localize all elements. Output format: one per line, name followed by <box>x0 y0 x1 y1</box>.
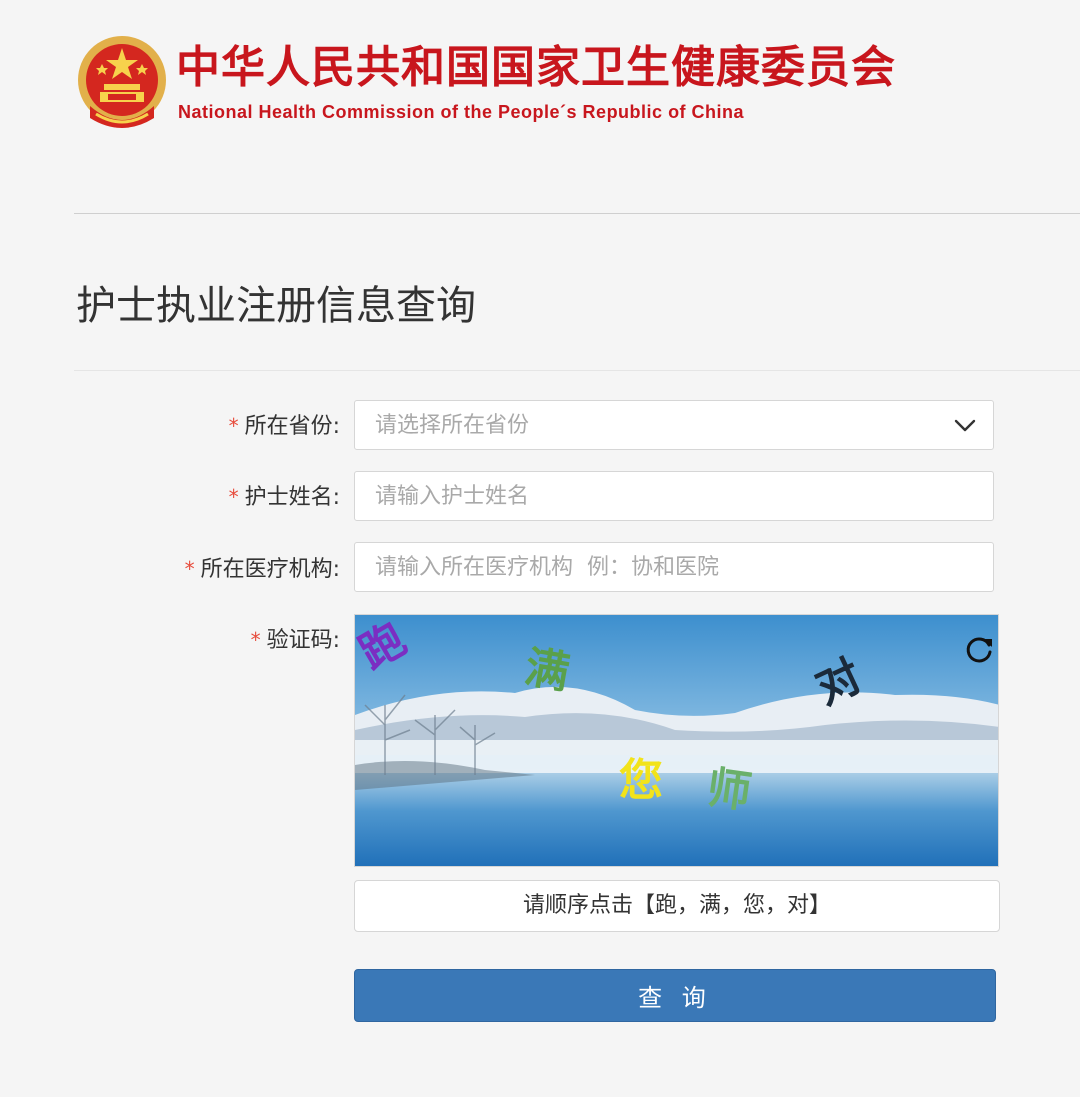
required-mark: * <box>228 485 239 509</box>
required-mark: * <box>250 628 261 652</box>
captcha-label: * 验证码: <box>250 628 340 653</box>
institution-input[interactable] <box>355 543 993 591</box>
institution-label: * 所在医疗机构: <box>184 557 340 582</box>
refresh-icon[interactable] <box>962 633 996 667</box>
name-field-wrapper <box>354 471 994 521</box>
site-title-en: National Health Commission of the People… <box>178 102 745 122</box>
site-header: 中华人民共和国国家卫生健康委员会 National Health Commiss… <box>76 34 976 144</box>
required-mark: * <box>228 414 239 438</box>
header-divider <box>74 213 1080 214</box>
name-label: * 护士姓名: <box>228 485 340 510</box>
institution-field-wrapper <box>354 542 994 592</box>
province-select-placeholder: 请选择所在省份 <box>375 413 530 438</box>
query-button[interactable]: 查 询 <box>354 969 996 1022</box>
captcha-char[interactable]: 师 <box>704 762 755 819</box>
captcha-background <box>355 615 998 866</box>
chevron-down-icon[interactable] <box>953 415 977 435</box>
nurse-name-input[interactable] <box>355 472 993 520</box>
site-title-cn: 中华人民共和国国家卫生健康委员会 <box>176 42 896 93</box>
province-select[interactable]: 请选择所在省份 <box>354 400 994 450</box>
province-label: * 所在省份: <box>228 414 340 439</box>
national-emblem-icon <box>78 36 166 128</box>
captcha-char[interactable]: 满 <box>521 642 573 700</box>
page-title: 护士执业注册信息查询 <box>76 283 476 329</box>
captcha-hint: 请顺序点击【跑，满，您，对】 <box>354 880 1000 932</box>
captcha-char[interactable]: 您 <box>619 757 663 805</box>
required-mark: * <box>184 557 195 581</box>
title-divider <box>74 370 1080 371</box>
captcha-image[interactable]: 跑 满 对 您 师 <box>354 614 999 867</box>
